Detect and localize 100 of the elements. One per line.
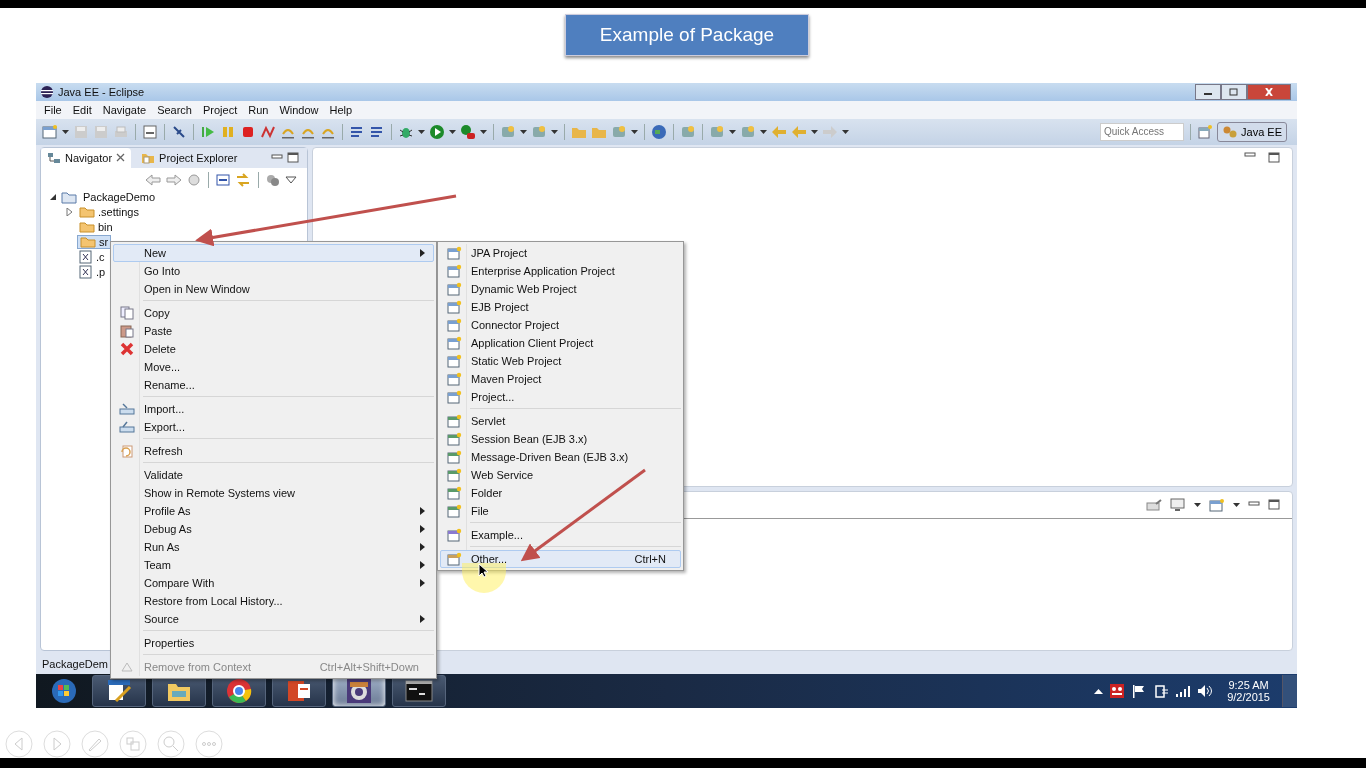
menu-item[interactable]: Message-Driven Bean (EJB 3.x) xyxy=(440,447,681,466)
menu-item[interactable]: Example... xyxy=(440,525,681,544)
tree-item[interactable]: .settings xyxy=(77,206,141,219)
menu-item[interactable]: Run xyxy=(248,103,269,116)
power-icon[interactable] xyxy=(1153,683,1170,700)
menu-item[interactable]: Other... Ctrl+N xyxy=(440,549,681,568)
maximize-icon[interactable] xyxy=(287,152,299,164)
menu-item[interactable]: Help xyxy=(329,103,353,116)
menu-item[interactable]: Show in Remote Systems view xyxy=(113,483,434,502)
minimize-button[interactable] xyxy=(1195,83,1221,100)
previous-icon[interactable] xyxy=(5,730,33,759)
taskbar-button[interactable] xyxy=(92,675,146,708)
maximize-icon[interactable] xyxy=(1268,499,1280,511)
menu-item[interactable]: Move... xyxy=(113,357,434,376)
menu-item[interactable]: New xyxy=(113,243,434,262)
menu-item[interactable]: Copy xyxy=(113,303,434,322)
filter-icon[interactable] xyxy=(266,173,280,186)
menu-item[interactable]: Team xyxy=(113,555,434,574)
close-icon[interactable] xyxy=(116,153,126,163)
menu-item[interactable]: Refresh xyxy=(113,441,434,460)
menu-item[interactable]: Validate xyxy=(113,465,434,484)
menu-item[interactable]: Go Into xyxy=(113,261,434,280)
menu-item[interactable]: Properties xyxy=(113,633,434,652)
caret-icon[interactable] xyxy=(1194,502,1201,507)
menu-item[interactable]: Export... xyxy=(113,417,434,436)
menu-item[interactable]: Static Web Project xyxy=(440,351,681,370)
menu-item[interactable]: Web Service xyxy=(440,465,681,484)
console-pin-icon[interactable] xyxy=(1146,498,1162,511)
tree-item[interactable]: bin xyxy=(77,221,115,234)
menu-item[interactable]: Restore from Local History... xyxy=(113,591,434,610)
run-icon[interactable] xyxy=(429,123,445,140)
menu-item[interactable]: Application Client Project xyxy=(440,333,681,352)
next-icon[interactable] xyxy=(43,730,71,759)
menu-item[interactable]: Folder xyxy=(440,483,681,502)
minimize-icon[interactable] xyxy=(1248,500,1260,509)
slides-icon[interactable] xyxy=(119,730,147,759)
menu-item[interactable]: Paste xyxy=(113,321,434,340)
tree-item[interactable]: .c xyxy=(77,250,107,265)
caret-icon[interactable] xyxy=(760,129,767,134)
menu-item[interactable]: Servlet xyxy=(440,411,681,430)
caret-icon[interactable] xyxy=(729,129,736,134)
caret-icon[interactable] xyxy=(631,129,638,134)
show-hidden-icons-icon[interactable] xyxy=(1094,688,1104,695)
minimize-icon[interactable] xyxy=(1244,151,1256,160)
caret-icon[interactable] xyxy=(1233,502,1240,507)
menu-item[interactable]: Connector Project xyxy=(440,315,681,334)
pen-icon[interactable] xyxy=(81,730,109,759)
quick-access-field[interactable]: Quick Access xyxy=(1100,122,1185,141)
zoom-icon[interactable] xyxy=(157,730,185,759)
open-perspective-icon[interactable] xyxy=(1197,123,1214,140)
menu-item[interactable]: Import... xyxy=(113,399,434,418)
menu-item[interactable]: Debug As xyxy=(113,519,434,538)
menu-item[interactable]: Compare With xyxy=(113,573,434,592)
new-window-icon[interactable] xyxy=(1209,497,1225,512)
menu-item[interactable]: Search xyxy=(157,103,192,116)
menu-item[interactable]: File xyxy=(44,103,62,116)
menu-item[interactable]: Window xyxy=(279,103,319,116)
caret-icon[interactable] xyxy=(418,129,425,134)
tree-item[interactable]: PackageDemo xyxy=(81,191,158,204)
menu-item[interactable]: Dynamic Web Project xyxy=(440,279,681,298)
collapsed-arrow-icon[interactable] xyxy=(65,208,73,217)
menu-item[interactable]: EJB Project xyxy=(440,297,681,316)
caret-icon[interactable] xyxy=(480,129,487,134)
view-tab[interactable]: Navigator xyxy=(41,147,132,168)
menu-item[interactable]: Maven Project xyxy=(440,369,681,388)
signal-icon[interactable] xyxy=(1175,685,1192,698)
menu-item[interactable]: Profile As xyxy=(113,501,434,520)
caret-icon[interactable] xyxy=(62,129,69,134)
globe-icon[interactable] xyxy=(651,123,667,140)
caret-icon[interactable] xyxy=(449,129,456,134)
menu-item[interactable]: Navigate xyxy=(102,103,147,116)
view-tab[interactable]: Project Explorer xyxy=(135,147,244,168)
menu-item[interactable]: Session Bean (EJB 3.x) xyxy=(440,429,681,448)
close-button[interactable] xyxy=(1247,83,1291,100)
menu-item[interactable]: Delete xyxy=(113,339,434,358)
menu-item[interactable]: Project... xyxy=(440,387,681,406)
unlink-icon[interactable] xyxy=(171,123,187,140)
expanded-arrow-icon[interactable] xyxy=(49,193,57,202)
monitor-icon[interactable] xyxy=(1170,497,1186,512)
tree-item[interactable]: sr xyxy=(77,235,112,250)
view-menu-icon[interactable] xyxy=(285,175,297,184)
caret-icon[interactable] xyxy=(551,129,558,134)
speaker-icon[interactable] xyxy=(1197,684,1214,699)
network-tray-icon[interactable] xyxy=(1109,683,1126,700)
menu-item[interactable]: Edit xyxy=(72,103,92,116)
menu-item[interactable]: Rename... xyxy=(113,375,434,394)
menu-item[interactable]: Source xyxy=(113,609,434,628)
menu-item[interactable]: Enterprise Application Project xyxy=(440,261,681,280)
menu-item[interactable]: Open in New Window xyxy=(113,279,434,298)
maximize-icon[interactable] xyxy=(1268,151,1280,163)
caret-icon[interactable] xyxy=(842,129,849,134)
caret-icon[interactable] xyxy=(811,129,818,134)
run-icon[interactable] xyxy=(460,123,476,140)
menu-item[interactable]: Project xyxy=(203,103,238,116)
binary-icon[interactable] xyxy=(142,123,158,140)
caret-icon[interactable] xyxy=(520,129,527,134)
menu-item[interactable]: JPA Project xyxy=(440,243,681,262)
minimize-icon[interactable] xyxy=(271,153,283,162)
tree-item[interactable]: .p xyxy=(77,265,108,280)
more-icon[interactable] xyxy=(195,730,223,759)
